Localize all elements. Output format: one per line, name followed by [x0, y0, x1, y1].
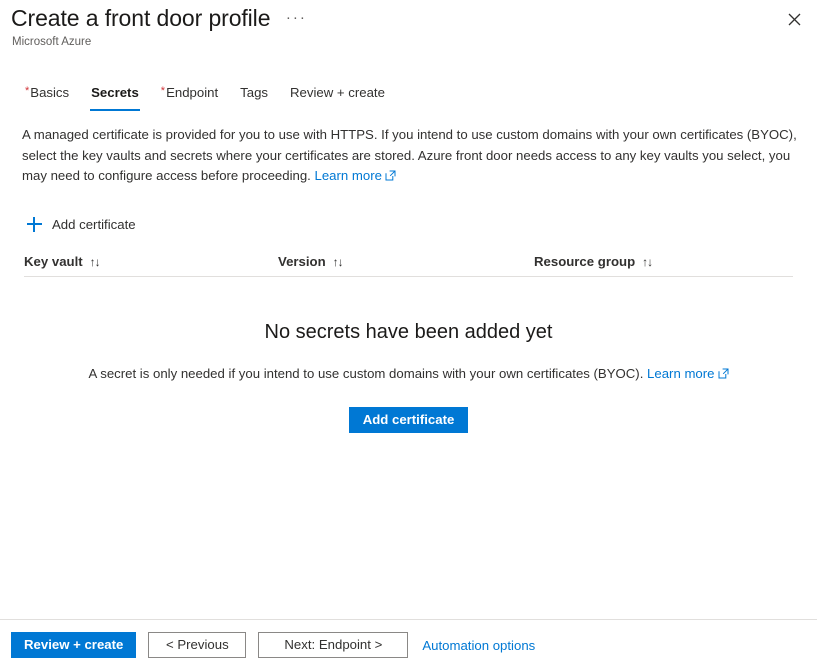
secrets-description: A managed certificate is provided for yo… — [22, 125, 812, 188]
secrets-grid: Key vault ↑↓ Version ↑↓ Resource group ↑… — [24, 249, 793, 277]
learn-more-label: Learn more — [314, 168, 382, 183]
ellipsis-icon[interactable]: ··· — [284, 6, 308, 30]
tab-review-create[interactable]: Review + create — [279, 84, 396, 111]
command-bar: Add certificate — [20, 210, 144, 239]
empty-state-learn-more-link[interactable]: Learn more — [647, 366, 728, 381]
wizard-footer: Review + create < Previous Next: Endpoin… — [0, 619, 817, 670]
sort-icon: ↑↓ — [332, 254, 344, 269]
column-header-key-vault[interactable]: Key vault ↑↓ — [24, 254, 278, 269]
external-link-icon — [385, 167, 396, 188]
description-text: A managed certificate is provided for yo… — [22, 127, 797, 183]
plus-icon — [24, 214, 44, 234]
empty-state: No secrets have been added yet A secret … — [24, 318, 793, 433]
tab-tags-label: Tags — [240, 85, 268, 100]
tab-secrets[interactable]: Secrets — [80, 84, 150, 111]
add-certificate-button[interactable]: Add certificate — [348, 407, 469, 433]
empty-state-learn-more-label: Learn more — [647, 366, 715, 381]
empty-state-subtitle-text: A secret is only needed if you intend to… — [88, 366, 644, 381]
add-certificate-command[interactable]: Add certificate — [20, 210, 144, 238]
column-header-resource-group[interactable]: Resource group ↑↓ — [534, 254, 793, 269]
tab-endpoint[interactable]: *Endpoint — [150, 84, 229, 111]
sort-icon: ↑↓ — [89, 254, 101, 269]
column-header-key-vault-label: Key vault — [24, 254, 83, 269]
title-row: Create a front door profile ··· — [11, 3, 308, 33]
close-button[interactable] — [780, 5, 808, 33]
empty-state-title: No secrets have been added yet — [264, 321, 553, 343]
close-icon — [788, 13, 801, 26]
required-asterisk: * — [25, 85, 30, 97]
tab-secrets-label: Secrets — [91, 85, 139, 100]
wizard-tabs: *Basics Secrets *Endpoint Tags Review + … — [14, 84, 817, 112]
grid-header-row: Key vault ↑↓ Version ↑↓ Resource group ↑… — [24, 249, 793, 277]
add-certificate-command-label: Add certificate — [52, 216, 136, 232]
empty-state-subtitle: A secret is only needed if you intend to… — [24, 364, 793, 384]
learn-more-link[interactable]: Learn more — [315, 168, 396, 183]
sort-icon: ↑↓ — [642, 254, 653, 269]
empty-state-action-row: Add certificate — [24, 384, 793, 433]
automation-options-link[interactable]: Automation options — [422, 638, 535, 653]
required-asterisk: * — [160, 85, 166, 97]
previous-button[interactable]: < Previous — [148, 632, 247, 658]
column-header-resource-group-label: Resource group — [534, 254, 636, 269]
tab-endpoint-label: Endpoint — [166, 85, 219, 100]
tab-review-create-label: Review + create — [290, 85, 385, 100]
page-title: Create a front door profile — [11, 5, 271, 31]
column-header-version-label: Version — [278, 254, 326, 269]
external-link-icon — [718, 365, 729, 384]
tab-tags[interactable]: Tags — [229, 84, 279, 111]
tab-basics-label: Basics — [30, 85, 70, 100]
tab-basics[interactable]: *Basics — [14, 84, 80, 111]
review-create-button[interactable]: Review + create — [11, 632, 137, 658]
blade-header: Create a front door profile ··· Microsof… — [0, 0, 817, 62]
blade-subtitle: Microsoft Azure — [12, 36, 92, 48]
column-header-version[interactable]: Version ↑↓ — [278, 254, 534, 269]
next-endpoint-button[interactable]: Next: Endpoint > — [258, 632, 409, 658]
